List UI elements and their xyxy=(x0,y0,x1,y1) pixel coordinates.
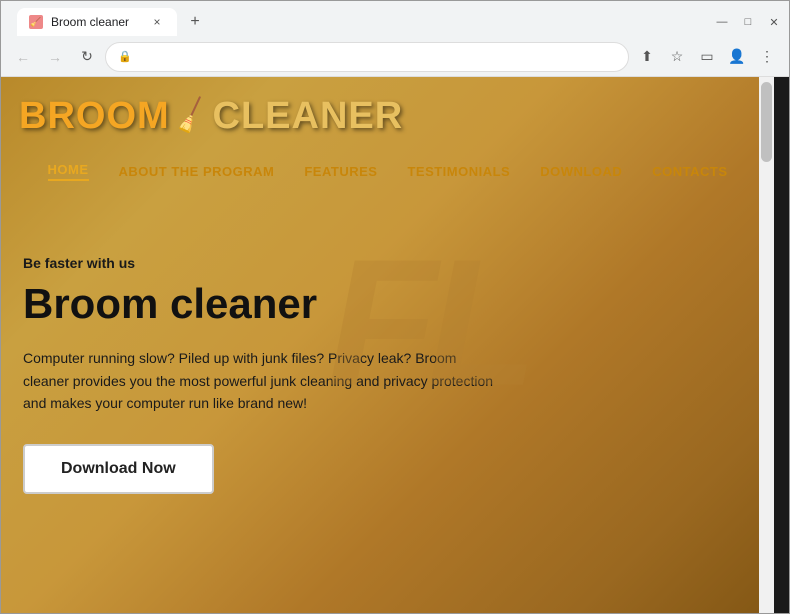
hero-title: Broom cleaner xyxy=(23,281,752,327)
lock-icon: 🔒 xyxy=(118,50,132,63)
hero-subtitle: Be faster with us xyxy=(23,255,752,271)
nav-item-about[interactable]: ABOUT THE PROGRAM xyxy=(119,164,275,179)
close-window-button[interactable]: ✕ xyxy=(767,15,781,29)
title-bar: 🧹 Broom cleaner × + — □ ✕ xyxy=(1,1,789,37)
scrollbar-thumb[interactable] xyxy=(761,82,772,162)
nav-item-home[interactable]: HOME xyxy=(48,162,89,181)
logo-area: BROOM 🧹 CLEANER xyxy=(1,77,774,148)
nav-item-features[interactable]: FEATURES xyxy=(304,164,377,179)
nav-item-contacts[interactable]: CONTACTS xyxy=(652,164,727,179)
bookmark-button[interactable]: ☆ xyxy=(663,43,691,71)
hero-description: Computer running slow? Piled up with jun… xyxy=(23,347,503,414)
address-bar[interactable]: 🔒 xyxy=(105,42,629,72)
share-button[interactable]: ⬆ xyxy=(633,43,661,71)
logo-broom-text: BROOM xyxy=(19,95,170,138)
window-controls: — □ ✕ xyxy=(715,15,781,29)
menu-button[interactable]: ⋮ xyxy=(753,43,781,71)
download-now-button[interactable]: Download Now xyxy=(23,444,214,494)
refresh-button[interactable]: ↻ xyxy=(73,43,101,71)
logo-icon: 🧹 xyxy=(169,95,213,138)
extensions-button[interactable]: ▭ xyxy=(693,43,721,71)
forward-button[interactable]: → xyxy=(41,43,69,71)
profile-button[interactable]: 👤 xyxy=(723,43,751,71)
hero-section: Be faster with us Broom cleaner Computer… xyxy=(1,195,774,494)
main-navigation: HOME ABOUT THE PROGRAM FEATURES TESTIMON… xyxy=(1,148,774,195)
minimize-button[interactable]: — xyxy=(715,15,729,29)
logo: BROOM 🧹 CLEANER xyxy=(19,95,756,138)
scrollbar[interactable] xyxy=(759,77,774,613)
content-area: FL BROOM 🧹 CLEANER HOME ABOUT THE PROGRA… xyxy=(1,77,789,613)
back-button[interactable]: ← xyxy=(9,43,37,71)
tab-title: Broom cleaner xyxy=(51,15,141,29)
browser-window: 🧹 Broom cleaner × + — □ ✕ ← → ↻ 🔒 ⬆ ☆ ▭ … xyxy=(0,0,790,614)
tab-favicon: 🧹 xyxy=(29,15,43,29)
browser-toolbar: ← → ↻ 🔒 ⬆ ☆ ▭ 👤 ⋮ xyxy=(1,37,789,77)
tab-close-button[interactable]: × xyxy=(149,14,165,30)
tabs-row: 🧹 Broom cleaner × + xyxy=(9,8,715,36)
toolbar-right: ⬆ ☆ ▭ 👤 ⋮ xyxy=(633,43,781,71)
webpage: FL BROOM 🧹 CLEANER HOME ABOUT THE PROGRA… xyxy=(1,77,774,613)
active-tab[interactable]: 🧹 Broom cleaner × xyxy=(17,8,177,36)
nav-item-download[interactable]: DOWNLOAD xyxy=(540,164,622,179)
new-tab-button[interactable]: + xyxy=(181,8,209,36)
nav-item-testimonials[interactable]: TESTIMONIALS xyxy=(407,164,510,179)
maximize-button[interactable]: □ xyxy=(741,15,755,29)
logo-cleaner-text: CLEANER xyxy=(213,95,404,138)
